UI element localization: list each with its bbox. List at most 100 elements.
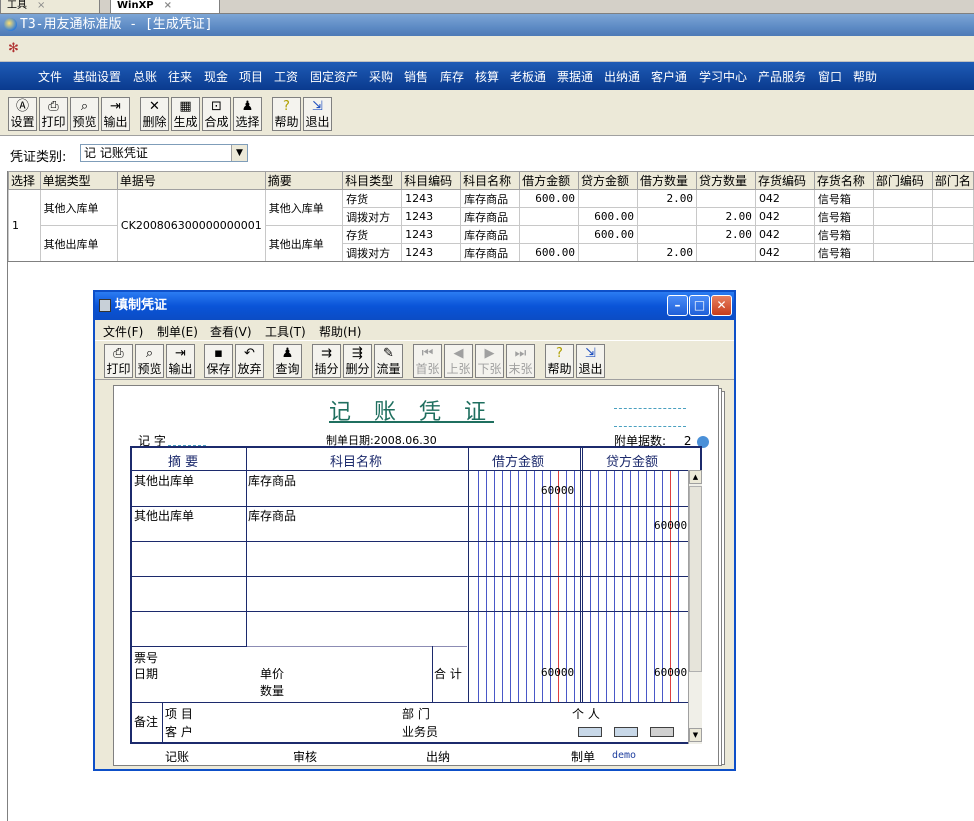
menu-basic-settings[interactable]: 基础设置 <box>73 68 121 85</box>
close-button[interactable]: ✕ <box>711 295 732 316</box>
menu-payroll[interactable]: 工资 <box>274 68 298 85</box>
menu-customer[interactable]: 客户通 <box>651 68 687 85</box>
menu-learning[interactable]: 学习中心 <box>699 68 747 85</box>
debit-cell <box>519 225 580 244</box>
entry-subject[interactable]: 库存商品 <box>248 472 296 489</box>
column-header[interactable]: 科目名称 <box>460 171 521 190</box>
delete-entry-button[interactable]: ⇶ 删分 <box>343 344 372 378</box>
previous-voucher-button[interactable]: ◀ 上张 <box>444 344 473 378</box>
menu-window[interactable]: 窗口 <box>818 68 842 85</box>
dialog-menu-file[interactable]: 文件(F) <box>103 323 143 340</box>
chevron-down-icon[interactable]: ▼ <box>231 145 247 161</box>
column-header[interactable]: 借方数量 <box>637 171 697 190</box>
scroll-up-icon[interactable]: ▲ <box>689 470 702 484</box>
table-rule <box>132 541 688 542</box>
maximize-button[interactable]: □ <box>689 295 710 316</box>
dialog-menu-edit[interactable]: 制单(E) <box>157 323 198 340</box>
menu-general-ledger[interactable]: 总账 <box>133 68 157 85</box>
doc-no-cell: CK200806300000000001 <box>116 189 266 261</box>
cash-flow-button[interactable]: ✎ 流量 <box>374 344 403 378</box>
last-voucher-button[interactable]: ⏭ 末张 <box>506 344 535 378</box>
generate-button[interactable]: ▦ 生成 <box>171 97 200 131</box>
column-header[interactable]: 单据号 <box>116 171 266 190</box>
menu-transactions[interactable]: 往来 <box>168 68 192 85</box>
column-header[interactable]: 科目编码 <box>401 171 462 190</box>
menu-sales[interactable]: 销售 <box>404 68 428 85</box>
table-row[interactable]: 1 其他入库单 CK200806300000000001 其他入库单 存货 12… <box>8 189 974 261</box>
calculator-icon[interactable] <box>650 727 674 737</box>
dialog-title-bar[interactable]: 填制凭证 – □ ✕ <box>95 292 734 320</box>
menu-inventory[interactable]: 库存 <box>440 68 464 85</box>
menu-boss[interactable]: 老板通 <box>510 68 546 85</box>
close-icon[interactable]: × <box>164 0 172 11</box>
voucher-scrollbar[interactable]: ▲ ▼ <box>688 470 702 744</box>
entry-credit-amount[interactable]: 60000 <box>654 519 687 532</box>
print-button[interactable]: ⎙ 打印 <box>104 344 133 378</box>
print-button[interactable]: ⎙ 打印 <box>39 97 68 131</box>
menu-cash[interactable]: 现金 <box>204 68 228 85</box>
help-button[interactable]: ? 帮助 <box>272 97 301 131</box>
column-header[interactable]: 科目类型 <box>342 171 403 190</box>
column-header[interactable]: 存货名称 <box>813 171 874 190</box>
document-menu-icon[interactable]: ✻ <box>8 41 24 57</box>
first-voucher-button[interactable]: ⏮ 首张 <box>413 344 442 378</box>
discard-button[interactable]: ↶ 放弃 <box>235 344 264 378</box>
dialog-menu-tools[interactable]: 工具(T) <box>265 323 306 340</box>
menu-accounting[interactable]: 核算 <box>475 68 499 85</box>
menu-bills[interactable]: 票据通 <box>557 68 593 85</box>
doc-type-cell: 其他入库单 <box>39 189 118 226</box>
column-header[interactable]: 部门名 <box>931 171 974 190</box>
menu-cashier[interactable]: 出纳通 <box>604 68 640 85</box>
menu-fixed-assets[interactable]: 固定资产 <box>310 68 358 85</box>
entry-debit-amount[interactable]: 60000 <box>541 484 574 497</box>
scroll-thumb[interactable] <box>689 486 702 672</box>
menu-project[interactable]: 项目 <box>239 68 263 85</box>
total-label: 合 计 <box>434 667 462 681</box>
exit-button[interactable]: ⇲ 退出 <box>303 97 332 131</box>
unit-price-label: 单价 <box>260 667 285 681</box>
select-cell[interactable]: 1 <box>8 189 41 261</box>
column-header[interactable]: 存货编码 <box>754 171 815 190</box>
column-header[interactable]: 借方金额 <box>519 171 580 190</box>
os-tab-winxp[interactable]: WinXP × <box>110 0 220 14</box>
export-button[interactable]: ⇥ 输出 <box>166 344 195 378</box>
delete-button[interactable]: ✕ 删除 <box>140 97 169 131</box>
next-voucher-button[interactable]: ▶ 下张 <box>475 344 504 378</box>
entry-summary[interactable]: 其他出库单 <box>134 472 194 489</box>
preview-button[interactable]: ⌕ 预览 <box>70 97 99 131</box>
dialog-menu-help[interactable]: 帮助(H) <box>319 323 361 340</box>
column-header[interactable]: 摘要 <box>264 171 344 190</box>
entry-subject[interactable]: 库存商品 <box>248 507 296 524</box>
entry-summary[interactable]: 其他出库单 <box>134 507 194 524</box>
menu-purchase[interactable]: 采购 <box>369 68 393 85</box>
inventory-name-cell: 信号箱 <box>813 225 874 244</box>
column-header[interactable]: 选择 <box>8 171 41 190</box>
button-label: 上张 <box>446 362 471 376</box>
minimize-button[interactable]: – <box>667 295 688 316</box>
merge-button[interactable]: ⊡ 合成 <box>202 97 231 131</box>
dialog-menu-view[interactable]: 查看(V) <box>210 323 252 340</box>
voucher-type-select[interactable]: 记 记账凭证 ▼ <box>80 144 248 162</box>
query-button[interactable]: ♟ 查询 <box>273 344 302 378</box>
column-header[interactable]: 贷方金额 <box>578 171 638 190</box>
close-icon[interactable]: × <box>37 0 45 11</box>
menu-help[interactable]: 帮助 <box>853 68 877 85</box>
help-button[interactable]: ? 帮助 <box>545 344 574 378</box>
export-button[interactable]: ⇥ 输出 <box>101 97 130 131</box>
exit-button[interactable]: ⇲ 退出 <box>576 344 605 378</box>
settings-button[interactable]: Ⓐ 设置 <box>8 97 37 131</box>
column-header[interactable]: 部门编码 <box>872 171 933 190</box>
menu-file[interactable]: 文件 <box>38 68 62 85</box>
os-tab-tools[interactable]: 工具 × <box>0 0 100 14</box>
column-header[interactable]: 贷方数量 <box>695 171 756 190</box>
preview-button[interactable]: ⌕ 预览 <box>135 344 164 378</box>
card-icon[interactable] <box>578 727 602 737</box>
scanner-icon[interactable] <box>614 727 638 737</box>
select-button[interactable]: ♟ 选择 <box>233 97 262 131</box>
insert-entry-button[interactable]: ⇉ 插分 <box>312 344 341 378</box>
menu-product-services[interactable]: 产品服务 <box>758 68 806 85</box>
scroll-down-icon[interactable]: ▼ <box>689 728 702 742</box>
summary-header: 摘 要 <box>168 455 199 470</box>
column-header[interactable]: 单据类型 <box>39 171 118 190</box>
save-button[interactable]: ▪ 保存 <box>204 344 233 378</box>
